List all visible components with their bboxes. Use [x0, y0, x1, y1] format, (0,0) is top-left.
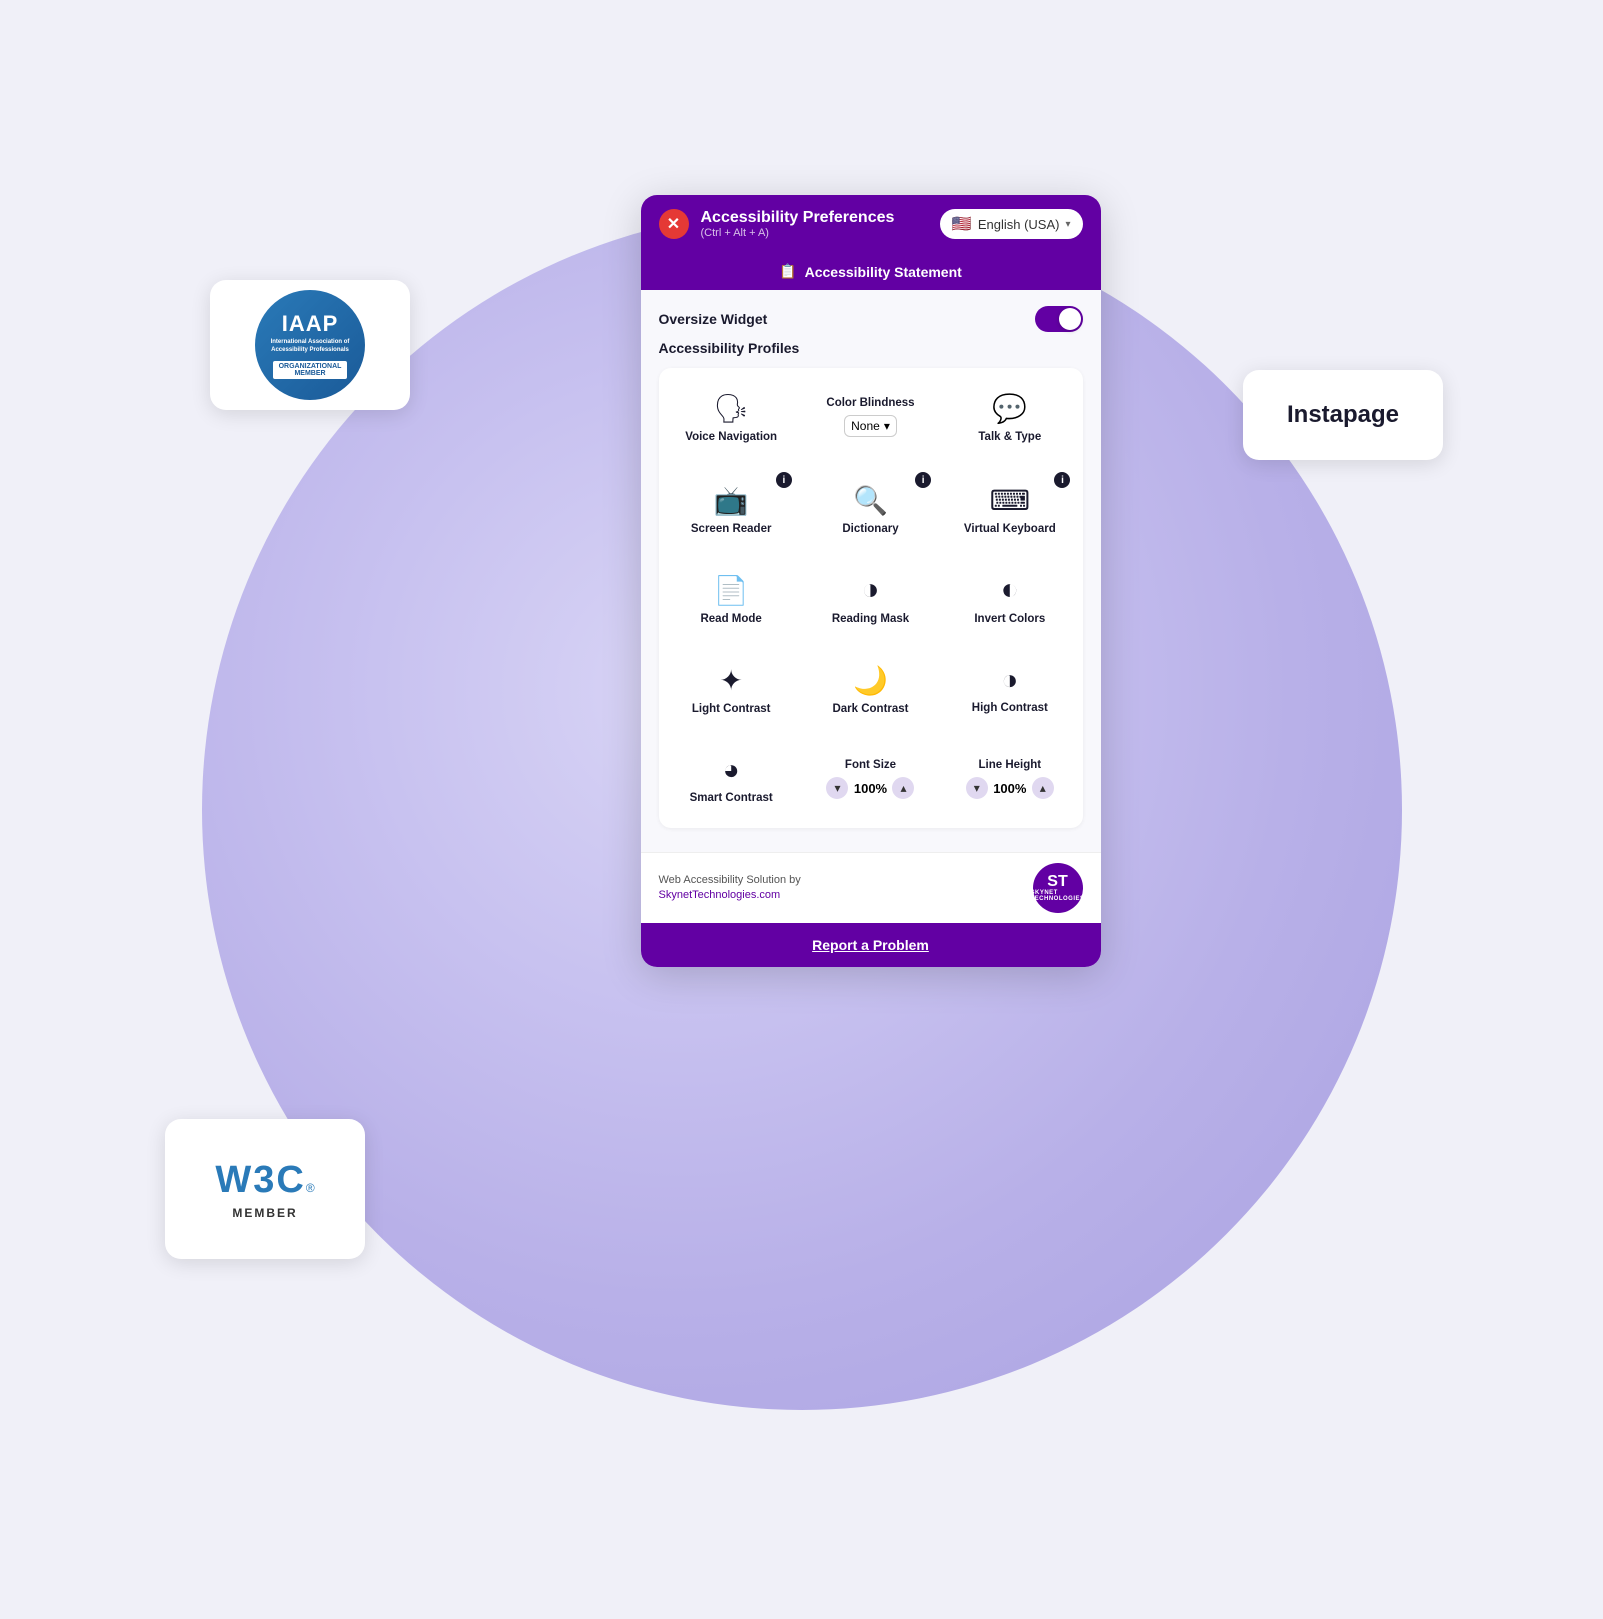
skynet-st-label: ST: [1047, 874, 1067, 890]
line-height-item: Line Height ▾ 100% ▴: [941, 734, 1078, 824]
smart-contrast-label: Smart Contrast: [690, 792, 773, 804]
font-size-item: Font Size ▾ 100% ▴: [802, 734, 939, 824]
high-contrast-icon: ◑: [1001, 664, 1018, 696]
iaap-badge-card: IAAP International Association of Access…: [210, 280, 410, 410]
reading-mask-label: Reading Mask: [832, 613, 909, 625]
screen-reader-icon: 📺: [714, 484, 749, 517]
skynet-link[interactable]: SkynetTechnologies.com: [659, 889, 781, 901]
instapage-text: Instapage: [1287, 401, 1399, 429]
w3c-member-label: MEMBER: [232, 1206, 297, 1220]
font-size-label: Font Size: [845, 759, 896, 771]
virtual-keyboard-item[interactable]: i ⌨ Virtual Keyboard: [941, 464, 1078, 554]
close-button[interactable]: ✕: [659, 209, 689, 239]
screen-reader-label: Screen Reader: [691, 523, 772, 535]
dictionary-item[interactable]: i 🔍 Dictionary: [802, 464, 939, 554]
iaap-subtitle: International Association of Accessibili…: [255, 337, 365, 357]
dark-contrast-label: Dark Contrast: [832, 703, 908, 715]
line-height-value: 100%: [992, 781, 1028, 796]
feature-grid-section: 🗣 Voice Navigation Color Blindness None …: [659, 368, 1083, 828]
statement-icon: 📋: [779, 263, 796, 280]
line-height-control: ▾ 100% ▴: [966, 777, 1054, 799]
voice-navigation-label: Voice Navigation: [685, 431, 777, 443]
panel-header-left: ✕ Accessibility Preferences (Ctrl + Alt …: [659, 209, 895, 239]
talk-type-label: Talk & Type: [978, 431, 1041, 443]
toggle-knob: [1059, 308, 1081, 330]
font-size-value: 100%: [852, 781, 888, 796]
color-blindness-select[interactable]: None ▾: [844, 415, 897, 437]
feature-row-2: i 📺 Screen Reader i 🔍 Dictionary i ⌨ Vir…: [663, 464, 1079, 554]
accessibility-statement-bar[interactable]: 📋 Accessibility Statement: [641, 253, 1101, 290]
invert-colors-label: Invert Colors: [974, 613, 1045, 625]
color-blindness-item[interactable]: Color Blindness None ▾: [802, 372, 939, 462]
feature-row-3: 📄 Read Mode ◑ Reading Mask ◐ Invert Colo…: [663, 554, 1079, 644]
virtual-keyboard-label: Virtual Keyboard: [964, 523, 1056, 535]
chevron-down-icon: ▾: [1065, 219, 1070, 230]
dictionary-label: Dictionary: [842, 523, 898, 535]
panel-title: Accessibility Preferences: [701, 209, 895, 227]
lang-label: English (USA): [978, 217, 1060, 232]
footer-text: Web Accessibility Solution by SkynetTech…: [659, 873, 801, 904]
line-height-label: Line Height: [979, 759, 1042, 771]
font-size-control: ▾ 100% ▴: [826, 777, 914, 799]
reading-mask-icon: ◑: [861, 573, 879, 607]
light-contrast-label: Light Contrast: [692, 703, 771, 715]
voice-navigation-item[interactable]: 🗣 Voice Navigation: [663, 372, 800, 462]
oversize-widget-row: Oversize Widget: [659, 306, 1083, 332]
accessibility-panel: ✕ Accessibility Preferences (Ctrl + Alt …: [641, 195, 1101, 967]
invert-colors-item[interactable]: ◐ Invert Colors: [941, 554, 1078, 644]
panel-header: ✕ Accessibility Preferences (Ctrl + Alt …: [641, 195, 1101, 253]
oversize-widget-label: Oversize Widget: [659, 311, 768, 327]
reading-mask-item[interactable]: ◑ Reading Mask: [802, 554, 939, 644]
panel-shortcut: (Ctrl + Alt + A): [701, 227, 895, 239]
language-selector[interactable]: 🇺🇸 English (USA) ▾: [940, 209, 1083, 239]
flag-icon: 🇺🇸: [952, 214, 972, 234]
info-dot-virtual-keyboard: i: [1054, 472, 1070, 488]
cb-value: None: [851, 419, 880, 433]
skynet-technologies-label: SKYNETTECHNOLOGIES: [1031, 890, 1085, 902]
invert-colors-icon: ◐: [1001, 573, 1019, 607]
panel-title-wrap: Accessibility Preferences (Ctrl + Alt + …: [701, 209, 895, 239]
virtual-keyboard-icon: ⌨: [990, 484, 1030, 517]
read-mode-icon: 📄: [714, 574, 749, 607]
panel-body: Oversize Widget Accessibility Profiles 🗣…: [641, 290, 1101, 852]
iaap-org-label: ORGANIZATIONAL MEMBER: [273, 361, 348, 379]
info-dot-screen-reader: i: [776, 472, 792, 488]
feature-row-4: ✦ Light Contrast 🌙 Dark Contrast ◑ High …: [663, 644, 1079, 734]
light-contrast-icon: ✦: [719, 664, 742, 697]
w3c-badge-card: W 3 C ® MEMBER: [165, 1119, 365, 1259]
voice-navigation-icon: 🗣: [713, 392, 749, 425]
panel-footer: Web Accessibility Solution by SkynetTech…: [641, 852, 1101, 923]
report-problem-button[interactable]: Report a Problem: [641, 923, 1101, 967]
light-contrast-item[interactable]: ✦ Light Contrast: [663, 644, 800, 734]
read-mode-item[interactable]: 📄 Read Mode: [663, 554, 800, 644]
line-height-increase[interactable]: ▴: [1032, 777, 1054, 799]
talk-type-item[interactable]: 💬 Talk & Type: [941, 372, 1078, 462]
screen-reader-item[interactable]: i 📺 Screen Reader: [663, 464, 800, 554]
read-mode-label: Read Mode: [700, 613, 761, 625]
iaap-badge: IAAP International Association of Access…: [255, 290, 365, 400]
accessibility-profiles-label: Accessibility Profiles: [659, 340, 1083, 356]
oversize-widget-toggle[interactable]: [1035, 306, 1083, 332]
w3c-logo: W 3 C ®: [215, 1159, 314, 1202]
smart-contrast-item[interactable]: ◕ Smart Contrast: [663, 734, 800, 824]
skynet-logo: ST SKYNETTECHNOLOGIES: [1033, 863, 1083, 913]
top-feature-row: 🗣 Voice Navigation Color Blindness None …: [663, 372, 1079, 462]
iaap-title: IAAP: [282, 311, 339, 337]
dark-contrast-icon: 🌙: [853, 664, 888, 697]
cb-chevron-icon: ▾: [884, 419, 890, 433]
statement-label: Accessibility Statement: [805, 264, 962, 280]
line-height-decrease[interactable]: ▾: [966, 777, 988, 799]
font-size-increase[interactable]: ▴: [892, 777, 914, 799]
high-contrast-label: High Contrast: [972, 702, 1048, 714]
feature-row-5: ◕ Smart Contrast Font Size ▾ 100% ▴ Line…: [663, 734, 1079, 824]
dictionary-icon: 🔍: [853, 484, 888, 517]
high-contrast-item[interactable]: ◑ High Contrast: [941, 644, 1078, 734]
talk-type-icon: 💬: [992, 392, 1027, 425]
info-dot-dictionary: i: [915, 472, 931, 488]
dark-contrast-item[interactable]: 🌙 Dark Contrast: [802, 644, 939, 734]
smart-contrast-icon: ◕: [723, 754, 740, 786]
color-blindness-label: Color Blindness: [826, 397, 914, 409]
font-size-decrease[interactable]: ▾: [826, 777, 848, 799]
instapage-card: Instapage: [1243, 370, 1443, 460]
